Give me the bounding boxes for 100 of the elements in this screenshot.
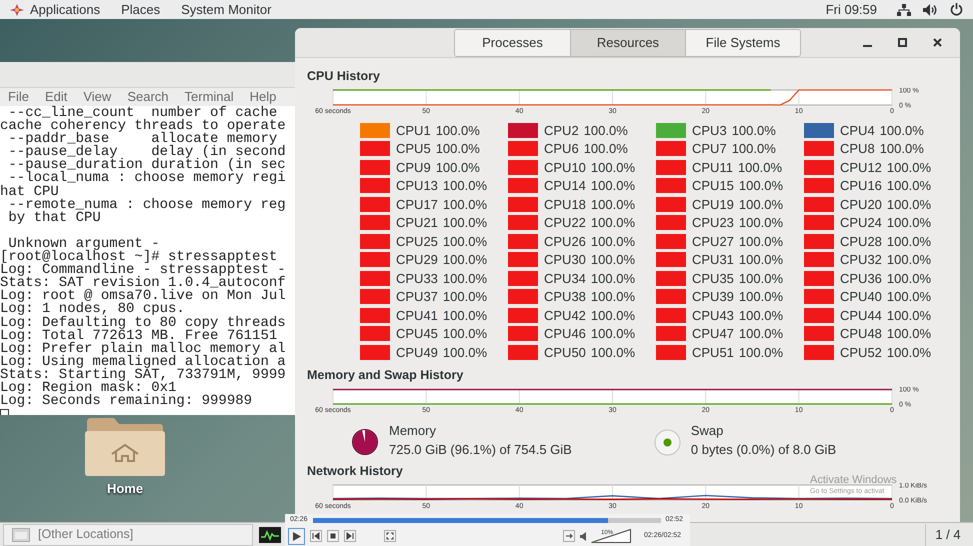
- section-title: CPU History: [307, 68, 381, 84]
- cpu-label: CPU27: [692, 232, 734, 250]
- terminal-line: Log: Total 772613 MB. Free 761151: [0, 330, 278, 343]
- section-title: Network History: [307, 462, 404, 478]
- cpu-reading: 100.0%: [436, 158, 480, 176]
- cpu-label: CPU32: [840, 251, 882, 269]
- cpu-label: CPU19: [692, 196, 734, 214]
- cpu-label: CPU50: [544, 344, 586, 362]
- cpu-reading: 100.0%: [738, 325, 784, 343]
- cpu-label: CPU33: [396, 270, 438, 288]
- cpu-reading: 100.0%: [590, 344, 636, 362]
- cpu-label: CPU49: [396, 344, 438, 362]
- cpu-reading: 100.0%: [442, 344, 488, 362]
- cpu-reading: 100.0%: [880, 140, 924, 158]
- terminal-line: hat CPU: [0, 186, 59, 199]
- cpu-reading: 100.0%: [886, 214, 932, 232]
- usage-detail: 725.0 GiB (96.1%) of 754.5 GiB: [389, 440, 572, 458]
- cpu-reading: 100.0%: [738, 232, 784, 250]
- menu-item[interactable]: View: [83, 87, 112, 107]
- menu-item[interactable]: Terminal: [184, 87, 234, 107]
- cpu-reading: 100.0%: [442, 214, 488, 232]
- menu-item[interactable]: File: [8, 87, 29, 107]
- cpu-label: CPU43: [692, 306, 734, 324]
- clock[interactable]: Fri 09:59: [826, 0, 877, 20]
- cpu-label: CPU18: [544, 196, 586, 214]
- cpu-label: CPU4: [840, 122, 875, 140]
- tab[interactable]: File Systems: [685, 30, 800, 56]
- cpu-reading: 100.0%: [738, 214, 784, 232]
- cpu-reading: 100.0%: [886, 232, 932, 250]
- cpu-label: CPU39: [692, 288, 734, 306]
- cpu-reading: 100.0%: [442, 232, 488, 250]
- cpu-label: CPU1: [396, 122, 431, 140]
- menu-item[interactable]: Applications: [30, 0, 100, 20]
- cpu-reading: 100.0%: [584, 122, 628, 140]
- cpu-reading: 100.0%: [590, 251, 636, 269]
- cpu-reading: 100.0%: [442, 251, 488, 269]
- cpu-reading: 100.0%: [738, 158, 782, 176]
- cpu-reading: 100.0%: [590, 288, 636, 306]
- terminal-line: Log: 1 nodes, 80 cpus.: [0, 303, 186, 316]
- menu-item[interactable]: Help: [250, 87, 276, 107]
- cpu-label: CPU28: [840, 232, 882, 250]
- cpu-label: CPU42: [544, 306, 586, 324]
- cpu-label: CPU35: [692, 270, 734, 288]
- tab[interactable]: Processes: [455, 30, 570, 56]
- cpu-label: CPU20: [840, 196, 882, 214]
- cpu-label: CPU23: [692, 214, 734, 232]
- terminal-line: [root@localhost ~]# stressapptest: [0, 251, 278, 264]
- cpu-reading: 100.0%: [436, 140, 480, 158]
- cpu-label: CPU21: [396, 214, 438, 232]
- cpu-reading: 100.0%: [738, 344, 784, 362]
- taskbar-button[interactable]: [Other Locations]: [3, 524, 253, 546]
- cpu-reading: 100.0%: [886, 177, 932, 195]
- cpu-label: CPU3: [692, 122, 727, 140]
- terminal-line: --local_numa : choose memory regi: [8, 172, 287, 186]
- terminal-line: Log: Using memaligned allocation a: [0, 356, 287, 369]
- cpu-label: CPU44: [840, 306, 882, 324]
- menu-item[interactable]: Search: [127, 87, 169, 107]
- cpu-label: CPU11: [692, 158, 733, 176]
- menu-item[interactable]: Places: [121, 0, 160, 20]
- cpu-label: CPU15: [692, 177, 734, 195]
- icon-label[interactable]: Home: [106, 479, 144, 498]
- cpu-reading: 100.0%: [886, 251, 932, 269]
- cpu-reading: 100.0%: [886, 158, 932, 176]
- cpu-label: CPU25: [396, 232, 438, 250]
- cpu-reading: 100.0%: [584, 140, 628, 158]
- cpu-label: CPU46: [544, 325, 586, 343]
- item-name: Memory: [389, 422, 437, 440]
- cpu-reading: 100.0%: [590, 325, 636, 343]
- cpu-reading: 100.0%: [442, 288, 488, 306]
- cpu-label: CPU51: [692, 344, 734, 362]
- cpu-reading: 100.0%: [732, 140, 776, 158]
- cpu-label: CPU9: [396, 158, 431, 176]
- cpu-label: CPU8: [840, 140, 875, 158]
- cpu-reading: 100.0%: [590, 232, 636, 250]
- cpu-reading: 100.0%: [436, 122, 480, 140]
- cpu-label: CPU10: [544, 158, 586, 176]
- cpu-reading: 100.0%: [886, 196, 932, 214]
- terminal-line: by that CPU: [7, 212, 102, 225]
- cpu-label: CPU52: [840, 344, 882, 362]
- terminal-line: --pause_duration duration (in sec: [7, 159, 287, 172]
- cpu-label: CPU47: [692, 325, 734, 343]
- menu-item[interactable]: System Monitor: [181, 0, 272, 20]
- cpu-reading: 100.0%: [738, 288, 784, 306]
- cpu-reading: 100.0%: [590, 177, 636, 195]
- cpu-reading: 100.0%: [738, 177, 784, 195]
- cpu-reading: 100.0%: [442, 270, 488, 288]
- cpu-label: CPU22: [544, 214, 586, 232]
- menu-item[interactable]: Edit: [44, 87, 68, 107]
- cpu-reading: 100.0%: [442, 306, 488, 324]
- cpu-label: CPU34: [544, 270, 586, 288]
- workspace-indicator[interactable]: 1 / 4: [925, 524, 970, 546]
- tab[interactable]: Resources: [570, 30, 685, 56]
- cpu-label: CPU5: [396, 140, 431, 158]
- cpu-reading: 100.0%: [886, 288, 932, 306]
- cpu-reading: 100.0%: [732, 122, 776, 140]
- cpu-reading: 100.0%: [738, 196, 784, 214]
- cpu-reading: 100.0%: [886, 270, 932, 288]
- cpu-label: CPU13: [396, 177, 438, 195]
- terminal-line: Log: Seconds remaining: 999989: [0, 395, 254, 408]
- cpu-reading: 100.0%: [442, 177, 488, 195]
